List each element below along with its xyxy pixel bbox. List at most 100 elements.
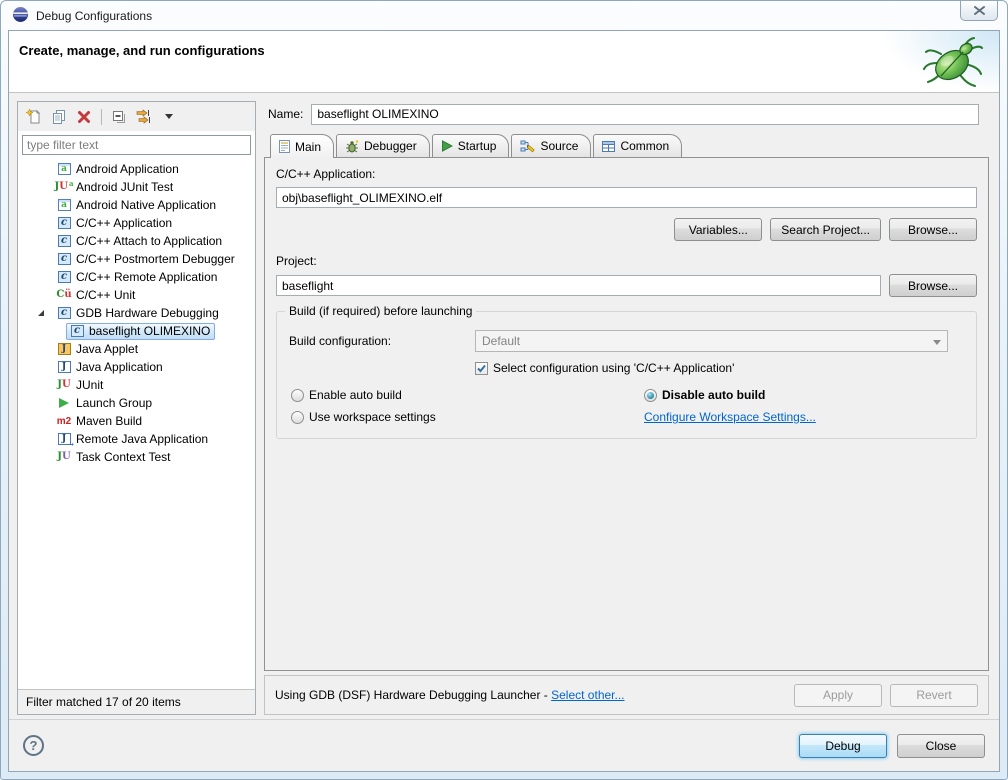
collapse-all-button[interactable] [108, 106, 130, 128]
name-label: Name: [268, 107, 303, 121]
tree-item-launch-group[interactable]: Launch Group [22, 394, 251, 412]
use-workspace-settings-label[interactable]: Use workspace settings [309, 410, 436, 424]
revert-button[interactable]: Revert [890, 684, 978, 707]
build-configuration-label: Build configuration: [289, 334, 475, 348]
close-window-button[interactable] [960, 1, 998, 21]
tree-item-task-context-test[interactable]: JU Task Context Test [22, 448, 251, 466]
tree-item-label: baseflight OLIMEXINO [89, 324, 210, 338]
debug-configurations-dialog: Debug Configurations Create, manage, and… [0, 0, 1008, 780]
tree-item-remote-java-application[interactable]: J→ Remote Java Application [22, 430, 251, 448]
search-project-button[interactable]: Search Project... [770, 218, 881, 241]
c-application-icon: c [56, 217, 72, 229]
android-application-icon: a [56, 199, 72, 211]
tab-main[interactable]: Main [270, 134, 334, 158]
content-region: a Android Application JUa Android JUnit … [17, 101, 991, 715]
enable-auto-build-radio[interactable] [291, 389, 304, 402]
select-other-launcher-link[interactable]: Select other... [551, 688, 624, 702]
tab-label: Startup [458, 139, 497, 153]
tree-item-label: Maven Build [76, 414, 142, 428]
toolbar-menu-button[interactable] [158, 106, 180, 128]
use-workspace-settings-radio[interactable] [291, 411, 304, 424]
junit-icon: JU [56, 380, 72, 390]
collapse-all-icon [111, 109, 127, 125]
build-group-title: Build (if required) before launching [285, 304, 476, 318]
tab-debugger[interactable]: Debugger [336, 134, 430, 157]
new-launch-configuration-button[interactable] [23, 106, 45, 128]
source-tree-pencil-icon [520, 140, 535, 153]
tab-common[interactable]: Common [593, 134, 682, 157]
tree-item-android-application[interactable]: a Android Application [22, 160, 251, 178]
duplicate-launch-configuration-button[interactable] [48, 106, 70, 128]
select-configuration-checkbox[interactable] [475, 362, 488, 375]
selected-tree-item: c baseflight OLIMEXINO [66, 323, 215, 340]
tree-item-label: C/C++ Attach to Application [76, 234, 222, 248]
tree-item-label: Java Application [76, 360, 163, 374]
c-application-input[interactable] [276, 187, 977, 208]
titlebar[interactable]: Debug Configurations [1, 1, 1007, 30]
java-applet-icon: J [56, 343, 72, 355]
dialog-heading: Create, manage, and run configurations [19, 43, 265, 58]
name-input[interactable] [311, 104, 979, 125]
tab-label: Debugger [364, 139, 417, 153]
launcher-message: Using GDB (DSF) Hardware Debugging Launc… [275, 688, 551, 702]
main-tab-content: C/C++ Application: Variables... Search P… [264, 157, 989, 671]
tree-item-label: JUnit [76, 378, 103, 392]
combo-arrow-icon [933, 340, 941, 345]
tree-item-label: C/C++ Application [76, 216, 172, 230]
tree-item-baseflight-olimexino[interactable]: c baseflight OLIMEXINO [22, 322, 251, 340]
tab-label: Source [540, 139, 578, 153]
build-configuration-select[interactable]: Default [475, 330, 948, 352]
tab-startup[interactable]: Startup [432, 134, 510, 157]
tab-source[interactable]: Source [511, 134, 591, 157]
android-junit-icon: JUa [56, 182, 72, 192]
tree-item-label: Android Application [76, 162, 179, 176]
tree-item-c-attach[interactable]: c C/C++ Attach to Application [22, 232, 251, 250]
launch-group-icon [56, 398, 72, 408]
launcher-bar: Using GDB (DSF) Hardware Debugging Launc… [264, 675, 989, 715]
toolbar-separator [101, 109, 102, 125]
c-application-icon: c [56, 253, 72, 265]
tree-item-c-application[interactable]: c C/C++ Application [22, 214, 251, 232]
tree-item-android-native-application[interactable]: a Android Native Application [22, 196, 251, 214]
enable-auto-build-label[interactable]: Enable auto build [309, 388, 402, 402]
debug-button[interactable]: Debug [799, 734, 887, 758]
java-application-icon: J [56, 361, 72, 373]
table-icon [602, 141, 615, 152]
delete-launch-configuration-button[interactable] [73, 106, 95, 128]
disable-auto-build-label[interactable]: Disable auto build [662, 388, 765, 402]
tree-item-java-application[interactable]: J Java Application [22, 358, 251, 376]
configure-workspace-settings-link[interactable]: Configure Workspace Settings... [644, 410, 816, 424]
configuration-form-panel: Name: Main [264, 101, 991, 715]
browse-project-button[interactable]: Browse... [889, 274, 977, 297]
expanded-caret-icon[interactable] [38, 310, 44, 316]
help-button[interactable]: ? [23, 735, 44, 756]
tree-item-android-junit-test[interactable]: JUa Android JUnit Test [22, 178, 251, 196]
project-input[interactable] [276, 275, 881, 296]
browse-application-button[interactable]: Browse... [889, 218, 977, 241]
close-icon [974, 4, 985, 18]
c-application-icon: c [56, 271, 72, 283]
tree-item-junit[interactable]: JU JUnit [22, 376, 251, 394]
tree-item-c-remote[interactable]: c C/C++ Remote Application [22, 268, 251, 286]
close-button[interactable]: Close [897, 734, 985, 758]
tree-item-maven-build[interactable]: m2 Maven Build [22, 412, 251, 430]
configuration-tree: a Android Application JUa Android JUnit … [22, 160, 251, 466]
disable-auto-build-radio[interactable] [644, 389, 657, 402]
tree-area: a Android Application JUa Android JUnit … [18, 131, 255, 689]
filter-input[interactable] [22, 135, 251, 155]
tree-item-java-applet[interactable]: J Java Applet [22, 340, 251, 358]
debugger-bug-icon [345, 140, 359, 153]
tree-item-c-unit[interactable]: Cü C/C++ Unit [22, 286, 251, 304]
tab-label: Common [620, 139, 669, 153]
apply-button[interactable]: Apply [794, 684, 882, 707]
filter-status: Filter matched 17 of 20 items [18, 689, 255, 714]
c-application-label: C/C++ Application: [276, 167, 977, 181]
filter-launch-configurations-button[interactable] [133, 106, 155, 128]
variables-button[interactable]: Variables... [674, 218, 762, 241]
tree-item-gdb-hardware-debugging[interactable]: c GDB Hardware Debugging [22, 304, 251, 322]
window-title: Debug Configurations [36, 9, 152, 23]
select-configuration-checkbox-label[interactable]: Select configuration using 'C/C++ Applic… [493, 361, 734, 375]
tree-item-c-postmortem[interactable]: c C/C++ Postmortem Debugger [22, 250, 251, 268]
header-banner: Create, manage, and run configurations [9, 31, 999, 93]
build-before-launch-group: Build (if required) before launching Bui… [276, 311, 977, 439]
